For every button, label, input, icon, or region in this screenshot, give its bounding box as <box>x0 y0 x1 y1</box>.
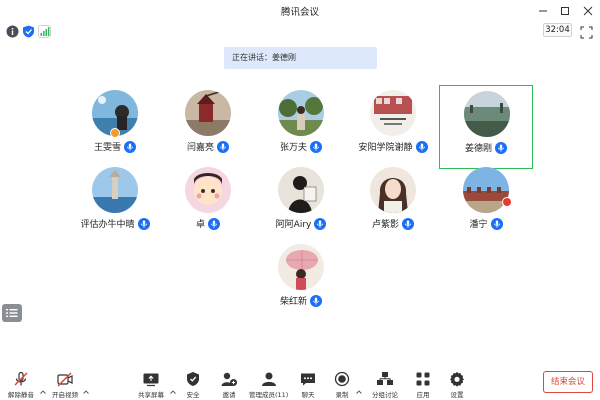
window-title: 腾讯会议 <box>280 7 319 18</box>
participant-tile-active-speaker[interactable]: 姜德刚 <box>439 85 533 169</box>
participant-name: 柴红新 <box>279 297 307 307</box>
participant-name: 安阳学院谢静 <box>358 143 413 153</box>
apps-grid-icon <box>414 371 432 387</box>
unmute-button[interactable]: 解除静音 <box>8 371 34 399</box>
record-icon <box>333 371 351 387</box>
chevron-up-icon[interactable] <box>356 380 362 394</box>
breakout-rooms-label: 分组讨论 <box>372 391 398 399</box>
participant-name: 卢紫影 <box>371 220 399 230</box>
title-bar: 腾讯会议 <box>0 0 600 22</box>
signal-icon[interactable] <box>38 23 51 38</box>
chevron-up-icon[interactable] <box>83 380 89 394</box>
settings-label: 设置 <box>450 391 464 399</box>
participant-tile[interactable]: 潘宁 <box>439 162 533 246</box>
share-screen-label: 共享屏幕 <box>138 391 164 399</box>
participant-tile[interactable]: 卓 <box>161 162 255 246</box>
meeting-window: 腾讯会议 32:04 正在讲话：姜德刚 王雯雪 闫嘉亮 张万夫 安阳学院谢静 姜… <box>0 0 600 400</box>
manage-members-button[interactable]: 管理成员(11) <box>249 371 288 399</box>
chat-icon <box>299 371 317 387</box>
participant-name: 王雯雪 <box>93 143 121 153</box>
security-button[interactable]: 安全 <box>184 371 202 399</box>
participant-tile[interactable]: 张万夫 <box>254 85 348 169</box>
participant-tile[interactable]: 柴红新 <box>254 239 348 323</box>
meeting-timer: 32:04 <box>543 23 572 37</box>
shield-icon[interactable] <box>22 23 35 38</box>
add-user-icon <box>220 371 238 387</box>
name-row: 姜德刚 <box>410 141 562 154</box>
avatar <box>278 244 324 290</box>
screen-share-icon <box>142 371 160 387</box>
invite-label: 邀请 <box>222 391 236 399</box>
chevron-up-icon[interactable] <box>40 380 46 394</box>
info-icon[interactable] <box>6 23 19 38</box>
participant-tile[interactable]: 阿阿Airy <box>254 162 348 246</box>
minimize-icon[interactable] <box>533 2 553 20</box>
record-label: 录制 <box>335 391 349 399</box>
name-row: 潘宁 <box>409 217 563 230</box>
avatar <box>278 90 324 136</box>
participant-name: 张万夫 <box>279 143 307 153</box>
gear-icon <box>448 371 466 387</box>
participant-name: 评估办牛中晴 <box>80 220 135 230</box>
members-icon <box>260 371 278 387</box>
share-screen-button[interactable]: 共享屏幕 <box>138 371 164 399</box>
avatar <box>370 90 416 136</box>
participant-tile[interactable]: 闫嘉亮 <box>161 85 255 169</box>
avatar <box>185 90 231 136</box>
participant-name: 姜德刚 <box>464 144 492 154</box>
shield-icon <box>184 371 202 387</box>
settings-button[interactable]: 设置 <box>448 371 466 399</box>
end-meeting-button[interactable]: 结束会议 <box>543 371 593 393</box>
flag-badge <box>502 197 512 207</box>
chat-button[interactable]: 聊天 <box>299 371 317 399</box>
participant-tile[interactable]: 评估办牛中晴 <box>68 162 162 246</box>
fullscreen-icon[interactable] <box>580 24 593 39</box>
chevron-up-icon[interactable] <box>170 380 176 394</box>
invite-button[interactable]: 邀请 <box>220 371 238 399</box>
avatar <box>92 167 138 213</box>
participant-name: 闫嘉亮 <box>186 143 214 153</box>
avatar <box>370 167 416 213</box>
maximize-icon[interactable] <box>555 2 575 20</box>
host-badge <box>110 128 120 138</box>
record-button[interactable]: 录制 <box>333 371 351 399</box>
participant-name: 卓 <box>195 220 205 230</box>
breakout-rooms-icon <box>376 371 394 387</box>
microphone-icon <box>490 217 503 230</box>
manage-members-label: 管理成员(11) <box>249 391 289 399</box>
avatar <box>278 167 324 213</box>
video-off-icon <box>56 371 74 387</box>
close-icon[interactable] <box>578 2 598 20</box>
microphone-icon <box>495 141 507 154</box>
speaking-indicator: 正在讲话：姜德刚 <box>224 47 377 69</box>
start-video-label: 开启视频 <box>52 391 78 399</box>
participant-tile[interactable]: 王雯雪 <box>68 85 162 169</box>
muted-microphone-icon <box>12 371 30 387</box>
unmute-label: 解除静音 <box>8 391 34 399</box>
name-row: 柴红新 <box>224 294 378 307</box>
start-video-button[interactable]: 开启视频 <box>52 371 78 399</box>
microphone-icon <box>310 294 322 307</box>
apps-label: 应用 <box>416 391 430 399</box>
participant-tile[interactable]: 卢紫影 <box>346 162 440 246</box>
participant-name: 潘宁 <box>469 220 488 230</box>
participant-name: 阿阿Airy <box>275 220 312 230</box>
breakout-rooms-button[interactable]: 分组讨论 <box>372 371 398 399</box>
avatar <box>464 91 510 137</box>
microphone-icon <box>208 217 220 230</box>
meeting-toolbar: 解除静音 开启视频 共享屏幕 安全 邀请 管理成员(11) 聊天 录制 分组讨论… <box>0 368 600 400</box>
status-row: 32:04 <box>0 22 600 39</box>
member-list-toggle-icon[interactable] <box>2 304 22 322</box>
security-label: 安全 <box>186 391 200 399</box>
apps-button[interactable]: 应用 <box>414 371 432 399</box>
chat-label: 聊天 <box>301 391 315 399</box>
participant-tile[interactable]: 安阳学院谢静 <box>346 85 440 169</box>
avatar <box>185 167 231 213</box>
avatar <box>463 167 509 213</box>
